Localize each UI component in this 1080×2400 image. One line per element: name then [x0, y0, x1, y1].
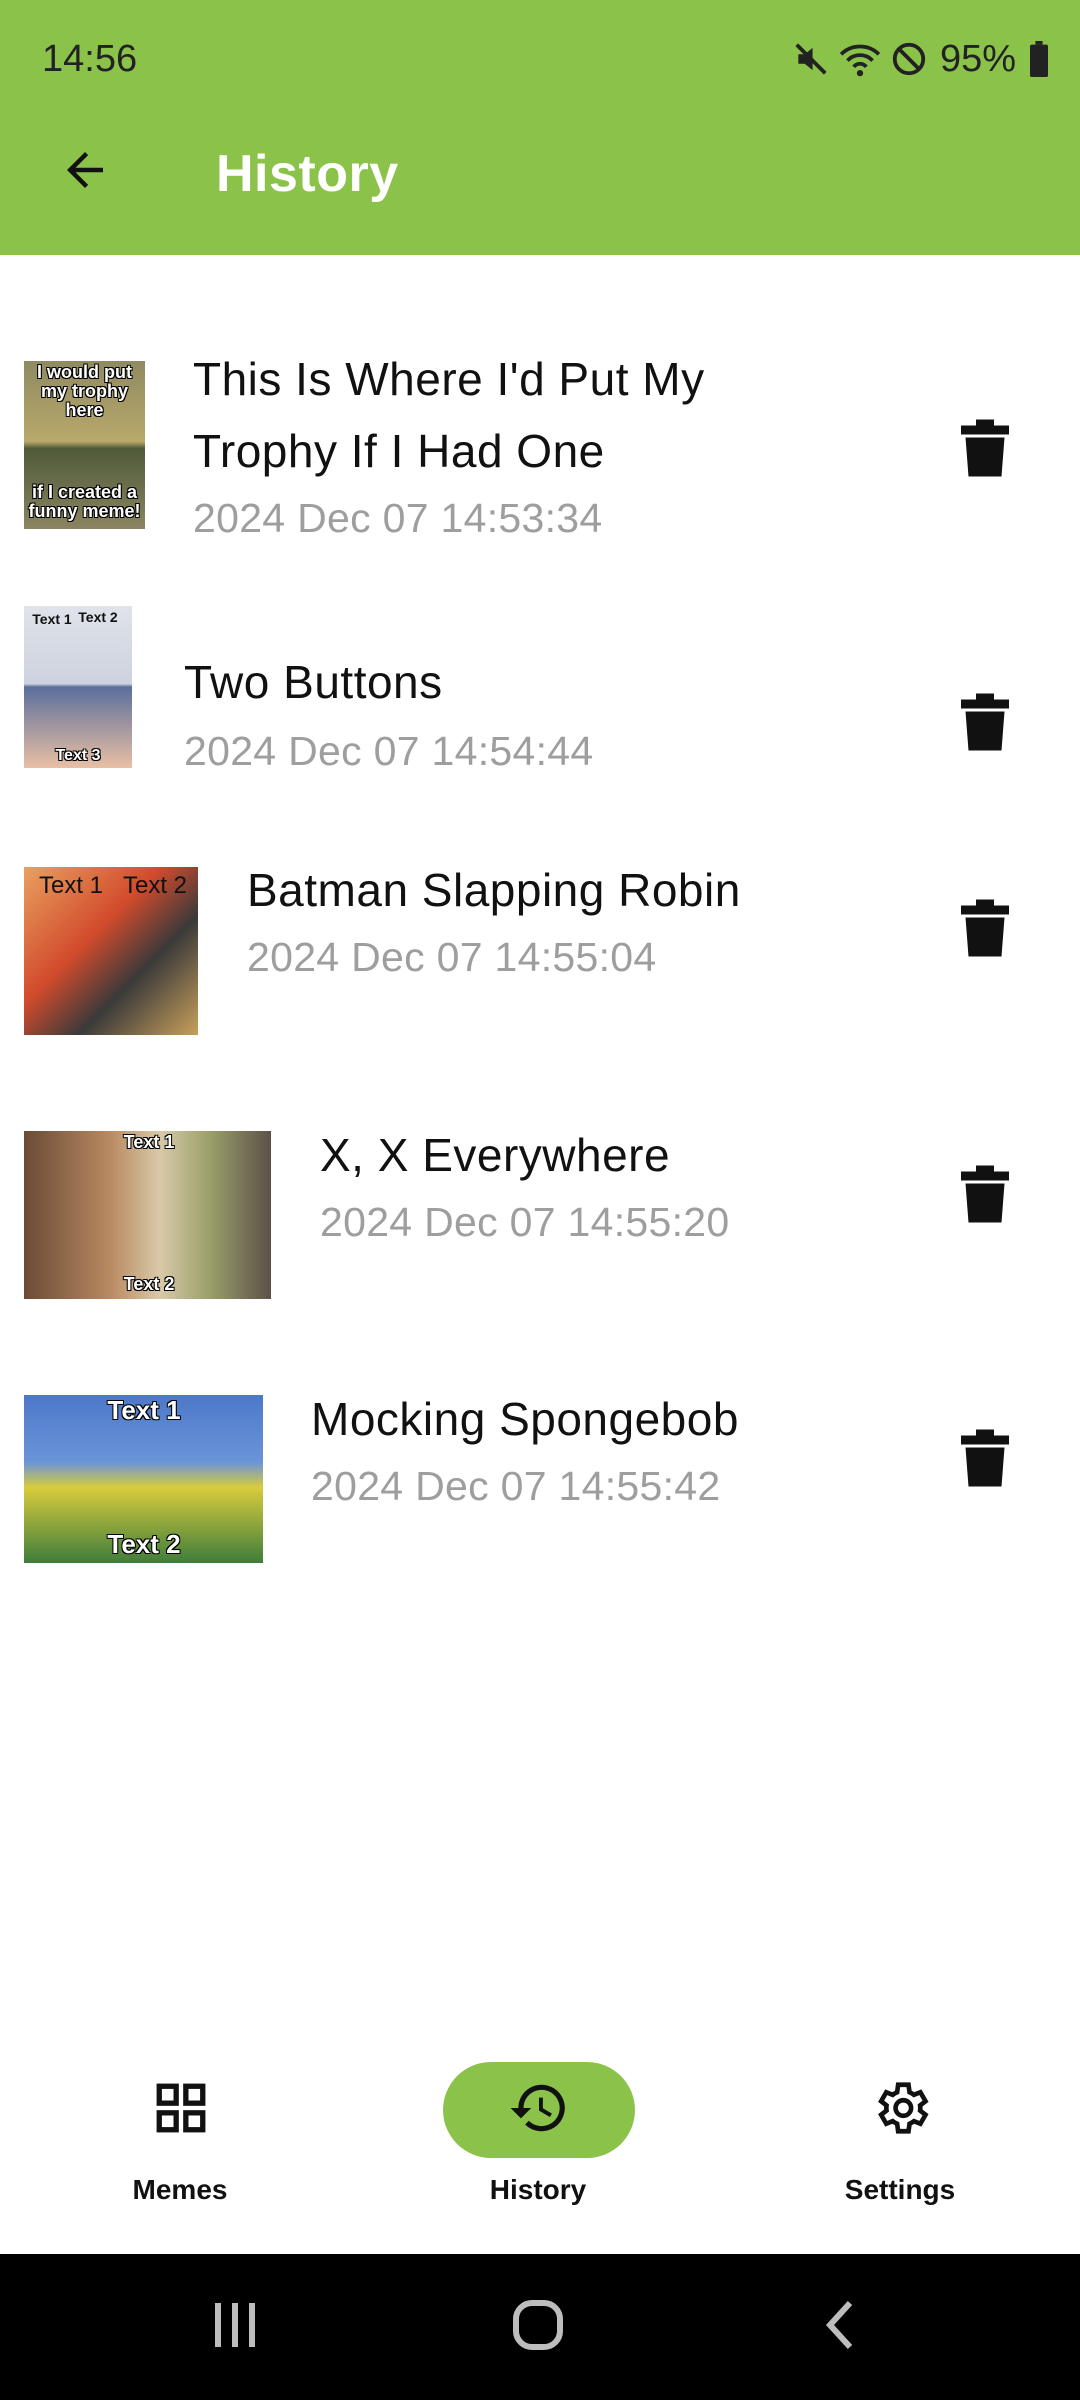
status-icons: 95% [792, 36, 1050, 82]
meme-title: This Is Where I'd Put My [193, 353, 705, 405]
meme-timestamp: 2024 Dec 07 14:54:44 [184, 728, 594, 774]
history-item[interactable]: Text 1 Text 2 X, X Everywhere 2024 Dec 0… [0, 1121, 1080, 1361]
back-icon [820, 2297, 860, 2358]
meme-thumbnail: Text 1 Text 2 [24, 867, 198, 1035]
nav-item-history[interactable]: History [358, 2010, 718, 2254]
nav-item-memes[interactable]: Memes [0, 2010, 360, 2254]
meme-timestamp: 2024 Dec 07 14:55:04 [247, 934, 657, 980]
meme-timestamp: 2024 Dec 07 14:55:20 [320, 1199, 730, 1245]
meme-title: Two Buttons [184, 656, 443, 708]
meme-timestamp: 2024 Dec 07 14:53:34 [193, 495, 603, 541]
grid-icon [152, 2079, 210, 2142]
delete-button[interactable] [940, 405, 1030, 495]
battery-icon [1028, 41, 1050, 77]
recents-icon [207, 2299, 263, 2356]
meme-title: Batman Slapping Robin [247, 864, 741, 916]
trash-icon [961, 1165, 1009, 1228]
status-time: 14:56 [42, 38, 138, 80]
home-button[interactable] [493, 2292, 583, 2362]
nav-pill [85, 2062, 277, 2158]
meme-thumbnail: I would put my trophy here if I created … [24, 361, 145, 529]
battery-percent: 95% [939, 37, 1016, 80]
system-navigation-bar [0, 2254, 1080, 2400]
gear-icon [870, 2077, 932, 2144]
wifi-icon [838, 40, 882, 78]
arrow-back-icon [58, 143, 112, 202]
app-bar: 14:56 95% History [0, 0, 1080, 255]
nav-pill-active [443, 2062, 635, 2158]
meme-timestamp: 2024 Dec 07 14:55:42 [311, 1463, 721, 1509]
back-button[interactable] [40, 132, 130, 212]
trash-icon [961, 1429, 1009, 1492]
meme-title: X, X Everywhere [320, 1129, 671, 1181]
system-back-button[interactable] [795, 2292, 885, 2362]
history-item[interactable]: Text 1 Text 2 Text 3 Two Buttons 2024 De… [0, 585, 1080, 825]
history-icon [508, 2077, 570, 2144]
meme-title-line2: Trophy If I Had One [193, 425, 605, 477]
nav-label: History [489, 2174, 587, 2205]
mute-icon [792, 40, 830, 78]
home-icon [510, 2297, 566, 2358]
meme-thumbnail: Text 1 Text 2 Text 3 [24, 606, 132, 768]
page-title: History [216, 145, 399, 203]
meme-thumbnail: Text 1 Text 2 [24, 1395, 263, 1563]
meme-title: Mocking Spongebob [311, 1393, 739, 1445]
history-item[interactable]: Text 1 Text 2 Batman Slapping Robin 2024… [0, 855, 1080, 1095]
history-item[interactable]: Text 1 Text 2 Mocking Spongebob 2024 Dec… [0, 1385, 1080, 1625]
trash-icon [961, 899, 1009, 962]
bottom-navigation: Memes History Settings [0, 2010, 1080, 2254]
meme-thumbnail: Text 1 Text 2 [24, 1131, 271, 1299]
delete-button[interactable] [940, 885, 1030, 975]
nav-item-settings[interactable]: Settings [720, 2010, 1080, 2254]
delete-button[interactable] [940, 1151, 1030, 1241]
do-not-disturb-icon [890, 40, 928, 78]
nav-pill [805, 2062, 997, 2158]
nav-label: Memes [132, 2174, 228, 2205]
recents-button[interactable] [190, 2292, 280, 2362]
history-item[interactable]: I would put my trophy here if I created … [0, 295, 1080, 541]
delete-button[interactable] [940, 1415, 1030, 1505]
delete-button[interactable] [940, 679, 1030, 769]
trash-icon [961, 419, 1009, 482]
trash-icon [961, 693, 1009, 756]
nav-label: Settings [844, 2174, 956, 2205]
